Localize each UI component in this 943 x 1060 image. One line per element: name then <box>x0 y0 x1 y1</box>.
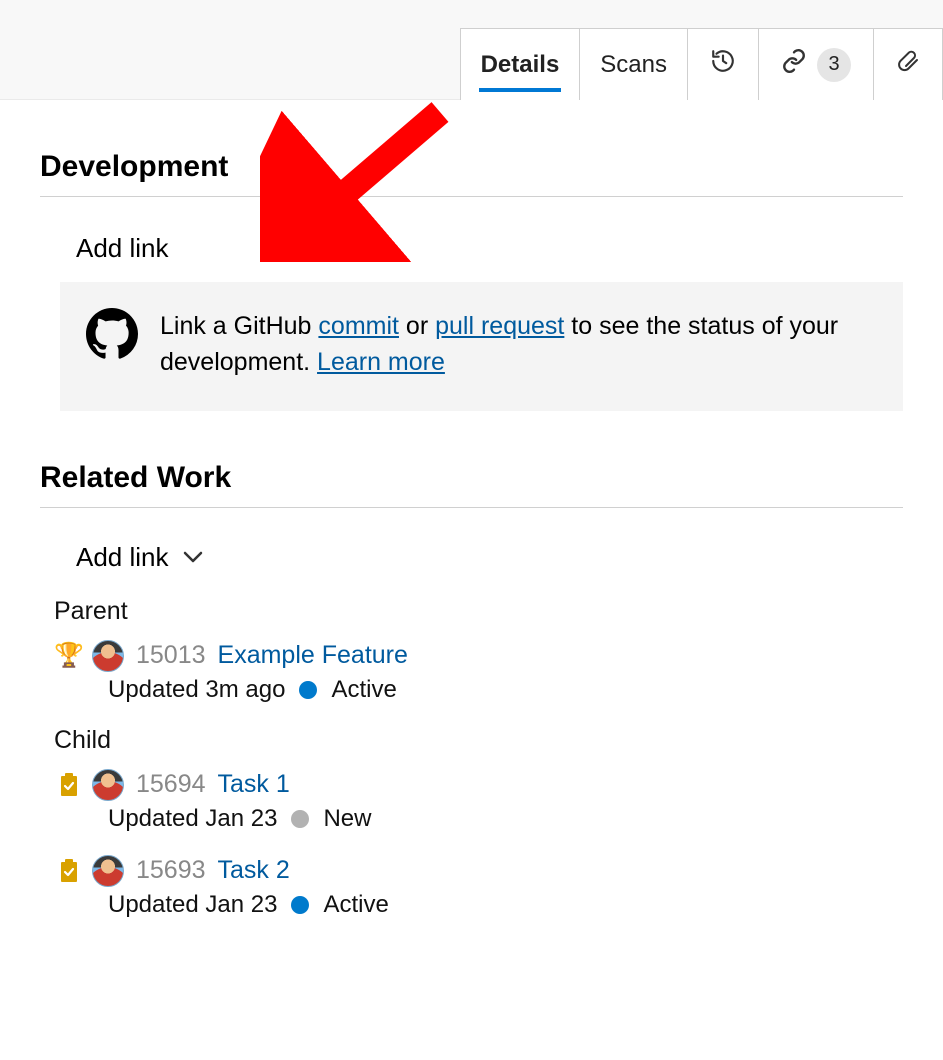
work-item-meta: Updated Jan 23 New <box>58 801 903 833</box>
related-add-link-label: Add link <box>76 542 169 573</box>
chevron-down-icon <box>183 544 203 570</box>
attachment-icon <box>896 47 920 82</box>
history-icon <box>710 48 736 81</box>
work-item-id: 15694 <box>136 770 206 799</box>
child-work-item[interactable]: 15694 Task 1 Updated Jan 23 New <box>40 765 903 851</box>
tab-scans-label: Scans <box>600 51 667 79</box>
work-item-meta: Updated 3m ago Active <box>58 672 903 704</box>
tab-attachments[interactable] <box>874 28 943 100</box>
github-link-panel: Link a GitHub commit or pull request to … <box>60 282 903 411</box>
work-item-title[interactable]: Example Feature <box>218 641 408 670</box>
work-item-meta: Updated Jan 23 Active <box>58 887 903 919</box>
work-item-row: 15694 Task 1 <box>58 769 903 801</box>
task-icon <box>58 773 80 797</box>
state-dot-icon <box>291 810 309 828</box>
state-dot-icon <box>299 681 317 699</box>
gh-text-or: or <box>399 312 435 340</box>
gh-text-prefix: Link a GitHub <box>160 312 318 340</box>
avatar <box>92 640 124 672</box>
development-add-link-label: Add link <box>76 233 169 263</box>
tab-details[interactable]: Details <box>460 28 581 100</box>
child-label: Child <box>40 722 903 765</box>
related-add-link[interactable]: Add link <box>40 538 903 593</box>
work-item-row: 15693 Task 2 <box>58 855 903 887</box>
parent-work-item[interactable]: 🏆 15013 Example Feature Updated 3m ago A… <box>40 636 903 722</box>
github-icon <box>86 308 138 381</box>
work-item-updated: Updated Jan 23 <box>108 805 277 833</box>
development-section: Development Add link Link a GitHub commi… <box>0 100 943 411</box>
tabstrip: Details Scans <box>460 28 943 99</box>
related-work-section: Related Work Add link Parent 🏆 15013 Exa… <box>0 411 943 937</box>
github-panel-text: Link a GitHub commit or pull request to … <box>160 308 873 381</box>
divider <box>40 507 903 508</box>
work-item-updated: Updated 3m ago <box>108 676 285 704</box>
work-item-topbar: Details Scans <box>0 0 943 100</box>
state-dot-icon <box>291 896 309 914</box>
work-item-row: 🏆 15013 Example Feature <box>58 640 903 672</box>
work-item-id: 15013 <box>136 641 206 670</box>
link-icon <box>781 48 807 81</box>
child-work-item[interactable]: 15693 Task 2 Updated Jan 23 Active <box>40 851 903 937</box>
github-learn-more-link[interactable]: Learn more <box>317 348 445 376</box>
avatar <box>92 769 124 801</box>
development-add-link[interactable]: Add link <box>40 227 903 282</box>
work-item-state: Active <box>331 676 396 704</box>
work-item-title[interactable]: Task 2 <box>218 856 290 885</box>
related-header: Related Work <box>40 411 903 507</box>
work-item-state: New <box>323 805 371 833</box>
divider <box>40 196 903 197</box>
tab-links[interactable]: 3 <box>759 28 874 100</box>
tab-scans[interactable]: Scans <box>580 28 688 100</box>
work-item-title[interactable]: Task 1 <box>218 770 290 799</box>
parent-label: Parent <box>40 593 903 636</box>
work-item-id: 15693 <box>136 856 206 885</box>
links-count-badge: 3 <box>817 48 851 82</box>
github-pr-link[interactable]: pull request <box>435 312 564 340</box>
work-item-updated: Updated Jan 23 <box>108 891 277 919</box>
tab-details-label: Details <box>481 51 560 79</box>
task-icon <box>58 859 80 883</box>
work-item-state: Active <box>323 891 388 919</box>
github-commit-link[interactable]: commit <box>318 312 399 340</box>
avatar <box>92 855 124 887</box>
development-header: Development <box>40 100 903 196</box>
feature-icon: 🏆 <box>58 641 80 670</box>
tab-history[interactable] <box>688 28 759 100</box>
